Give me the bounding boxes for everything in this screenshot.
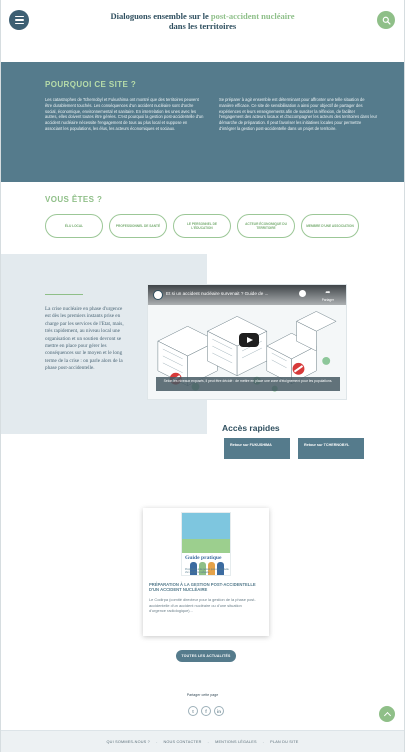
role-buttons: ÉLU LOCAL PROFESSIONNEL DE SANTÉ LE PERS… bbox=[45, 214, 359, 238]
you-are-heading-wrap: VOUS ÊTES ? bbox=[45, 195, 102, 204]
video-caption: Selon les niveaux exposés, il peut être … bbox=[156, 377, 340, 391]
why-title: POURQUOI CE SITE ? bbox=[45, 80, 137, 89]
footer-separator: - bbox=[155, 739, 158, 744]
search-icon[interactable] bbox=[377, 11, 395, 29]
site-header: Dialoguons ensemble sur le post-accident… bbox=[1, 0, 404, 44]
share-arrow-icon: ➦ bbox=[325, 290, 331, 296]
video-player[interactable]: Et si un accident nucléaire survenait ? … bbox=[147, 284, 347, 400]
site-title[interactable]: Dialoguons ensemble sur le post-accident… bbox=[1, 11, 404, 31]
page: Dialoguons ensemble sur le post-accident… bbox=[0, 0, 405, 752]
site-title-line2: dans les territoires bbox=[168, 21, 237, 31]
site-title-accent: post-accident nucléaire bbox=[210, 11, 295, 21]
watch-later-button[interactable] bbox=[299, 290, 306, 298]
why-section: POURQUOI CE SITE ? Les catastrophes de T… bbox=[1, 62, 404, 182]
channel-logo-icon[interactable] bbox=[153, 290, 163, 300]
footer-link-contact[interactable]: NOUS CONTACTER bbox=[163, 740, 201, 744]
twitter-icon[interactable]: t bbox=[188, 706, 198, 716]
why-text-left: Les catastrophes de Tchernobyl et Fukush… bbox=[45, 97, 204, 131]
role-button-economique[interactable]: ACTEUR ÉCONOMIQUE DU TERRITOIRE bbox=[237, 214, 295, 238]
video-title[interactable]: Et si un accident nucléaire survenait ? … bbox=[166, 291, 268, 296]
quick-access-fukushima[interactable]: Retour sur FUKUSHIMA bbox=[224, 438, 290, 459]
video-share-button[interactable]: ➦ Partager bbox=[322, 290, 334, 302]
role-button-elu[interactable]: ÉLU LOCAL bbox=[45, 214, 103, 238]
site-footer: QUI SOMMES-NOUS ? - NOUS CONTACTER - MEN… bbox=[1, 730, 404, 752]
share-icons: t f in bbox=[188, 706, 224, 716]
guide-thumbnail-subtitle: Préparation à la gestion post-accidentel… bbox=[185, 568, 229, 574]
footer-separator: - bbox=[262, 739, 265, 744]
quick-access-tchernobyl[interactable]: Retour sur TCHERNOBYL bbox=[298, 438, 364, 459]
guide-thumbnail-title: Guide pratique bbox=[185, 555, 222, 561]
facebook-icon[interactable]: f bbox=[201, 706, 211, 716]
role-button-association[interactable]: MEMBRE D'UNE ASSOCIATION bbox=[301, 214, 359, 238]
crisis-text: La crise nucléaire en phase d'urgence es… bbox=[45, 306, 124, 372]
why-text-right: Se préparer à agir ensemble est détermin… bbox=[219, 97, 378, 131]
share-page-label: Partager cette page bbox=[186, 693, 219, 697]
news-card-excerpt: Le Codirpa (comité directeur pour la ges… bbox=[149, 597, 256, 614]
all-news-button[interactable]: TOUTES LES ACTUALITÉS bbox=[176, 650, 236, 662]
role-button-education[interactable]: LE PERSONNEL DE L'ÉDUCATION bbox=[173, 214, 231, 238]
clock-icon bbox=[299, 290, 306, 297]
role-button-sante[interactable]: PROFESSIONNEL DE SANTÉ bbox=[109, 214, 167, 238]
news-card-heading[interactable]: PRÉPARATION À LA GESTION POST-ACCIDENTEL… bbox=[149, 582, 265, 593]
site-title-part1: Dialoguons ensemble sur le bbox=[110, 11, 211, 21]
footer-link-sitemap[interactable]: PLAN DU SITE bbox=[270, 740, 298, 744]
back-to-top-icon[interactable] bbox=[379, 706, 395, 722]
quick-access-title: Accès rapides bbox=[222, 423, 280, 433]
linkedin-icon[interactable]: in bbox=[214, 706, 224, 716]
play-icon[interactable] bbox=[239, 333, 259, 347]
footer-link-legal[interactable]: MENTIONS LÉGALES bbox=[215, 740, 257, 744]
news-card[interactable]: Guide pratique Préparation à la gestion … bbox=[143, 508, 269, 636]
guide-thumbnail: Guide pratique Préparation à la gestion … bbox=[181, 512, 231, 576]
crisis-divider bbox=[45, 294, 83, 295]
footer-link-about[interactable]: QUI SOMMES-NOUS ? bbox=[106, 740, 149, 744]
video-share-label: Partager bbox=[321, 298, 334, 302]
you-are-title: VOUS ÊTES ? bbox=[45, 195, 103, 204]
footer-separator: - bbox=[207, 739, 210, 744]
